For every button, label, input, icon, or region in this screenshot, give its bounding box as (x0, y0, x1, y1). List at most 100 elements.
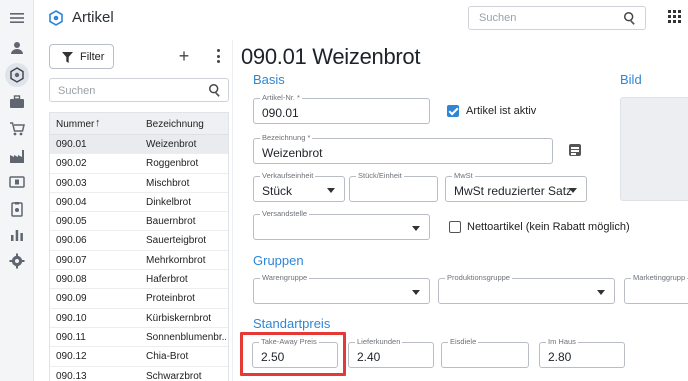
mwst-select[interactable]: MwSt MwSt reduzierter Satz (445, 171, 587, 202)
field-value: 2.80 (548, 350, 572, 364)
section-gruppen: Gruppen (253, 253, 304, 268)
row-name: Weizenbrot (146, 139, 197, 150)
row-name: Dinkelbrot (146, 196, 192, 208)
aktiv-checkbox[interactable] (447, 105, 459, 117)
row-name: Haferbrot (146, 274, 188, 286)
chevron-down-icon (327, 188, 335, 193)
more-vert-icon[interactable] (211, 49, 225, 63)
table-row[interactable]: 090.01 Weizenbrot (50, 135, 228, 155)
list-search-input[interactable]: Suchen (49, 78, 229, 102)
stueck-einheit-field[interactable]: Stück/Einheit (349, 171, 438, 202)
settings-icon[interactable] (8, 252, 26, 270)
sort-asc-icon[interactable]: ↑ (95, 117, 101, 129)
field-label: Warengruppe (260, 273, 310, 282)
marketinggruppe-select[interactable]: Marketinggrupp (624, 273, 688, 304)
clipboard-icon[interactable] (8, 200, 26, 218)
versandstelle-select[interactable]: Versandstelle (253, 209, 430, 240)
netto-checkbox[interactable] (449, 221, 461, 233)
field-label: Versandstelle (260, 209, 310, 218)
table-row[interactable]: 090.04 Dinkelbrot (50, 193, 228, 213)
row-number: 090.12 (56, 351, 87, 363)
row-number: 090.02 (56, 158, 87, 170)
eisdiele-price-field[interactable]: Eisdiele (441, 337, 529, 368)
section-bild: Bild (620, 72, 642, 87)
image-placeholder[interactable] (620, 97, 688, 201)
table-row[interactable]: 090.06 Sauerteigbrot (50, 231, 228, 251)
factory-icon[interactable] (8, 147, 26, 165)
table-row[interactable]: 090.08 Haferbrot (50, 270, 228, 290)
field-value: 2.40 (357, 350, 381, 364)
row-name: Roggenbrot (146, 158, 199, 170)
table-row[interactable]: 090.02 Roggenbrot (50, 154, 228, 174)
field-label: Artikel-Nr. * (260, 93, 302, 102)
table-row[interactable]: 090.07 Mehrkornbrot (50, 251, 228, 271)
briefcase-icon[interactable] (8, 93, 26, 111)
search-icon[interactable] (623, 11, 637, 25)
lieferkunden-price-field[interactable]: Lieferkunden 2.40 (348, 337, 434, 368)
table-row[interactable]: 090.09 Proteinbrot (50, 289, 228, 309)
row-name: Kürbiskernbrot (146, 312, 212, 324)
row-number: 090.03 (56, 177, 87, 189)
field-label: Marketinggrupp (631, 273, 688, 282)
chevron-down-icon (412, 290, 420, 295)
verkaufseinheit-select[interactable]: Verkaufseinheit Stück (253, 171, 345, 202)
row-name: Bauernbrot (146, 216, 196, 228)
field-value: Weizenbrot (262, 146, 323, 160)
field-label: Lieferkunden (355, 337, 403, 346)
person-icon[interactable] (8, 39, 26, 57)
notes-icon[interactable] (569, 144, 581, 156)
table-row[interactable]: 090.12 Chia-Brot (50, 347, 228, 367)
chart-icon[interactable] (8, 226, 26, 244)
apps-grid-icon[interactable] (668, 10, 682, 24)
chevron-down-icon (597, 290, 605, 295)
field-value: MwSt reduzierter Satz (454, 184, 573, 198)
field-value: Stück (262, 184, 293, 198)
section-standardpreis: Standartpreis (253, 316, 331, 331)
row-name: Proteinbrot (146, 293, 195, 305)
table-row[interactable]: 090.10 Kürbiskernbrot (50, 309, 228, 328)
field-label: Im Haus (546, 337, 578, 346)
article-title: 090.01 Weizenbrot (241, 44, 421, 69)
add-icon[interactable]: + (176, 47, 192, 65)
cash-icon[interactable] (8, 173, 26, 191)
row-name: Sonnenblumenbr... (146, 331, 226, 343)
column-header-name[interactable]: Bezeichnung (146, 119, 204, 130)
row-number: 090.08 (56, 274, 87, 286)
row-name: Sauerteigbrot (146, 235, 207, 247)
row-name: Chia-Brot (146, 351, 189, 363)
menu-icon[interactable] (8, 9, 26, 27)
bezeichnung-field[interactable]: Bezeichnung * Weizenbrot (253, 133, 553, 164)
row-number: 090.13 (56, 370, 87, 381)
row-number: 090.04 (56, 196, 87, 208)
field-label: MwSt (452, 171, 475, 180)
column-header-number[interactable]: Nummer (56, 119, 94, 130)
chevron-down-icon (569, 188, 577, 193)
list-search-placeholder: Suchen (58, 85, 96, 97)
nav-rail (0, 0, 34, 381)
product-logo-icon (49, 10, 63, 26)
global-search-input[interactable]: Suchen (468, 6, 646, 30)
article-table: Nummer ↑ Bezeichnung 090.01 Weizenbrot 09… (49, 112, 229, 381)
top-bar: Artikel Suchen (34, 0, 688, 36)
filter-icon (62, 52, 73, 63)
table-row[interactable]: 090.13 Schwarzbrot (50, 367, 228, 381)
field-label: Eisdiele (448, 337, 479, 346)
search-icon[interactable] (208, 83, 222, 97)
product-icon[interactable] (5, 63, 29, 87)
field-label: Bezeichnung * (260, 133, 313, 142)
table-row[interactable]: 090.05 Bauernbrot (50, 212, 228, 232)
warengruppe-select[interactable]: Warengruppe (253, 273, 430, 304)
aktiv-label: Artikel ist aktiv (466, 105, 537, 117)
artikel-nr-field[interactable]: Artikel-Nr. * 090.01 (253, 93, 430, 124)
table-row[interactable]: 090.11 Sonnenblumenbr... (50, 328, 228, 348)
app-title: Artikel (72, 9, 114, 26)
im-haus-price-field[interactable]: Im Haus 2.80 (539, 337, 625, 368)
highlight-box (240, 332, 346, 376)
produktionsgruppe-select[interactable]: Produktionsgruppe (438, 273, 615, 304)
cart-icon[interactable] (8, 120, 26, 138)
panel-divider (232, 40, 233, 381)
table-row[interactable]: 090.03 Mischbrot (50, 174, 228, 193)
filter-button[interactable]: Filter (49, 44, 114, 69)
field-label: Stück/Einheit (356, 171, 404, 180)
row-name: Mischbrot (146, 177, 190, 189)
